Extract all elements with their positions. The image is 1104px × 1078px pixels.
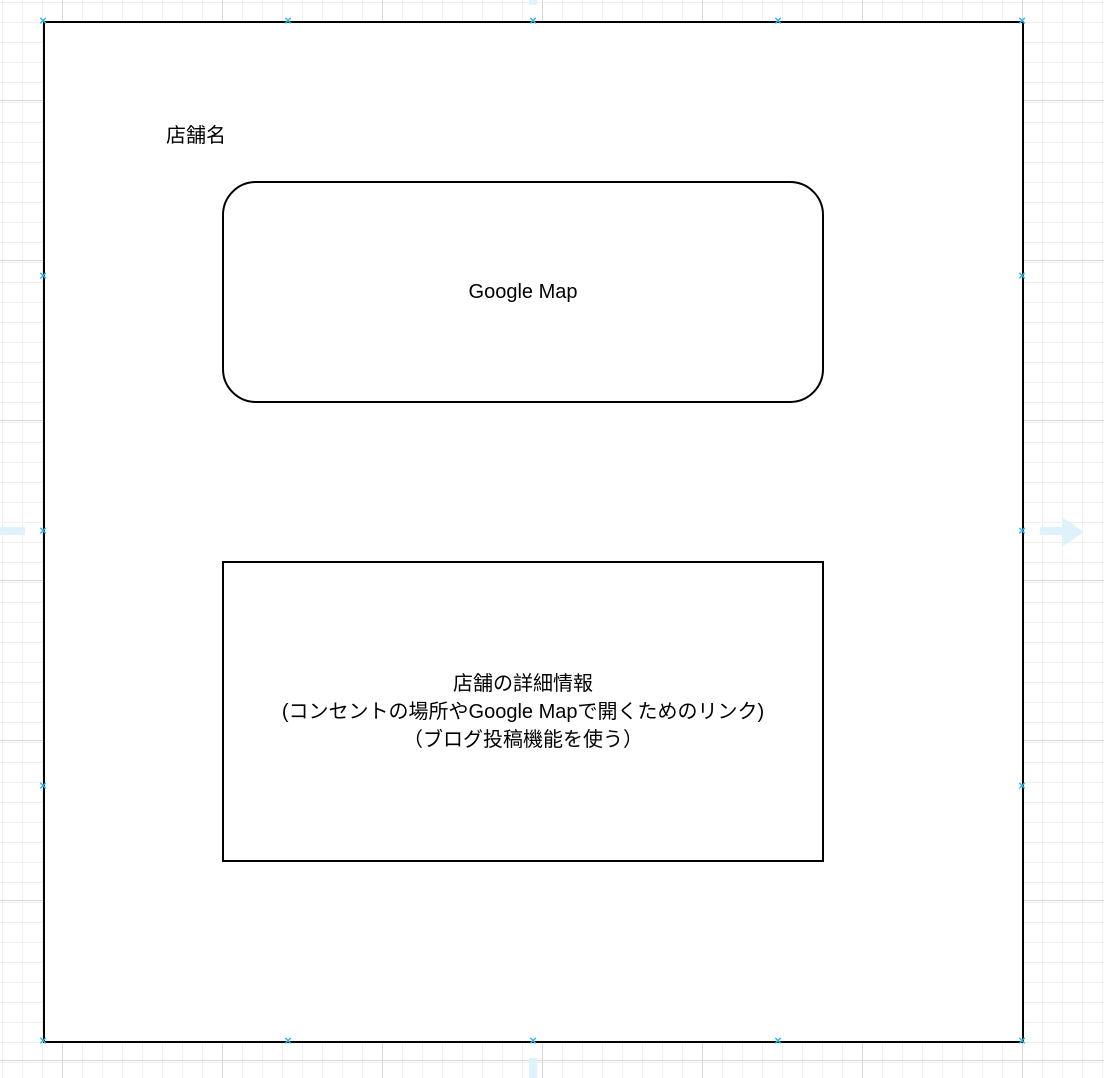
hover-arrow-top[interactable]	[529, 0, 537, 5]
google-map-label: Google Map	[468, 280, 578, 303]
google-map-box[interactable]: Google Map	[222, 181, 824, 403]
connection-point-icon[interactable]: ×	[773, 1034, 783, 1047]
detail-line-1: 店舗の詳細情報	[453, 672, 593, 695]
connection-point-icon[interactable]: ×	[38, 524, 48, 537]
connection-point-icon[interactable]: ×	[38, 14, 48, 27]
page-frame-container[interactable]	[43, 21, 1024, 1043]
detail-line-2: (コンセントの場所やGoogle Mapで開くためのリンク)	[281, 700, 765, 723]
connection-point-icon[interactable]: ×	[38, 269, 48, 282]
connection-point-icon[interactable]: ×	[1017, 269, 1027, 282]
hover-arrow-right-head[interactable]	[1062, 517, 1088, 547]
store-detail-box[interactable]: 店舗の詳細情報 (コンセントの場所やGoogle Mapで開くためのリンク) （…	[222, 561, 824, 862]
hover-arrow-left[interactable]	[0, 527, 25, 535]
connection-point-icon[interactable]: ×	[1017, 524, 1027, 537]
connection-point-icon[interactable]: ×	[283, 1034, 293, 1047]
connection-point-icon[interactable]: ×	[1017, 14, 1027, 27]
connection-point-icon[interactable]: ×	[528, 1034, 538, 1047]
connection-point-icon[interactable]: ×	[1017, 779, 1027, 792]
store-name-label[interactable]: 店舗名	[166, 119, 226, 148]
connection-point-icon[interactable]: ×	[773, 14, 783, 27]
connection-point-icon[interactable]: ×	[283, 14, 293, 27]
connection-point-icon[interactable]: ×	[38, 1034, 48, 1047]
connection-point-icon[interactable]: ×	[528, 14, 538, 27]
connection-point-icon[interactable]: ×	[1017, 1034, 1027, 1047]
detail-line-3: （ブログ投稿機能を使う）	[403, 728, 643, 751]
connection-point-icon[interactable]: ×	[38, 779, 48, 792]
hover-arrow-bottom[interactable]	[529, 1058, 537, 1078]
